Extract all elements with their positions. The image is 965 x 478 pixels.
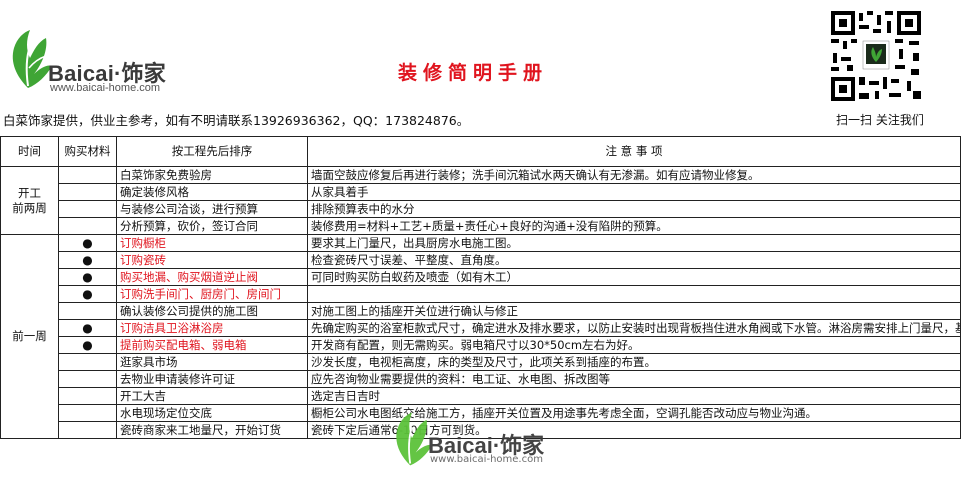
task-cell: 确认装修公司提供的施工图 — [116, 302, 308, 320]
task-cell: 订购洗手间门、厨房门、房间门 — [116, 285, 308, 303]
note-cell: 先确定购买的浴室柜款式尺寸，确定进水及排水要求，以防止安装时出现背板挡住进水角阀… — [307, 319, 961, 337]
task-cell: 逛家具市场 — [116, 353, 308, 371]
filled-circle-icon: ● — [82, 252, 93, 267]
note-cell: 可同时购买防白蚁药及喷壶（如有木工） — [307, 268, 961, 286]
purchase-cell: ● — [58, 234, 117, 252]
table-row: ● 订购洁具卫浴淋浴房 先确定购买的浴室柜款式尺寸，确定进水及排水要求，以防止安装时… — [1, 319, 961, 337]
period-cell: 开工 前两周 — [0, 166, 59, 235]
table-row: 前一周 ● 订购橱柜 要求其上门量尺，出具厨房水电施工图。 — [0, 234, 961, 439]
purchase-cell: ● — [58, 285, 117, 303]
note-cell — [307, 285, 961, 303]
table-row: 确定装修风格 从家具着手 — [1, 183, 961, 201]
purchase-cell — [58, 353, 117, 371]
note-cell: 开发商有配置，则无需购买。弱电箱尺寸以30*50cm左右为好。 — [307, 336, 961, 354]
header-purchase: 购买材料 — [58, 136, 117, 167]
header-notes: 注 意 事 项 — [307, 136, 961, 167]
table-row: 逛家具市场 沙发长度，电视柜高度，床的类型及尺寸，此项关系到插座的布置。 — [1, 353, 961, 371]
task-cell: 开工大吉 — [116, 387, 308, 405]
table-row: ● 订购瓷砖 检查瓷砖尺寸误差、平整度、直角度。 — [1, 251, 961, 269]
header-order: 按工程先后排序 — [116, 136, 308, 167]
task-cell: 白菜饰家免费验房 — [116, 166, 308, 184]
task-cell: 确定装修风格 — [116, 183, 308, 201]
table-row: 确认装修公司提供的施工图 对施工图上的插座开关位进行确认与修正 — [1, 302, 961, 320]
table-row: 分析预算，砍价，签订合同 装修费用=材料+工艺+质量+责任心+良好的沟通+没有陷阱… — [1, 217, 961, 235]
purchase-cell: ● — [58, 319, 117, 337]
watermark: Baicai·饰家 www.baicai-home.com — [392, 400, 602, 478]
table-row: ● 提前购买配电箱、弱电箱 开发商有配置，则无需购买。弱电箱尺寸以30*50cm左右… — [1, 336, 961, 354]
table-row: ● 购买地漏、购买烟道逆止阀 可同时购买防白蚁药及喷壶（如有木工） — [1, 268, 961, 286]
note-cell: 对施工图上的插座开关位进行确认与修正 — [307, 302, 961, 320]
table-row: ● 订购洗手间门、厨房门、房间门 — [1, 285, 961, 303]
logo-url: www.baicai-home.com — [50, 82, 161, 94]
task-cell: 订购洁具卫浴淋浴房 — [116, 319, 308, 337]
purchase-cell — [58, 387, 117, 405]
filled-circle-icon: ● — [82, 269, 93, 284]
task-cell: 瓷砖商家来工地量尺，开始订货 — [116, 421, 308, 439]
purchase-cell — [58, 370, 117, 388]
purchase-cell: ● — [58, 268, 117, 286]
provider-note: 白菜饰家提供，供业主参考，如有不明请联系13926936362，QQ：17382… — [3, 113, 470, 128]
watermark-leaf-icon — [396, 412, 432, 466]
note-cell: 从家具着手 — [307, 183, 961, 201]
filled-circle-icon: ● — [82, 235, 93, 250]
note-cell: 排除预算表中的水分 — [307, 200, 961, 218]
task-cell: 订购瓷砖 — [116, 251, 308, 269]
table-row: 与装修公司洽谈，进行预算 排除预算表中的水分 — [1, 200, 961, 218]
purchase-cell: ● — [58, 336, 117, 354]
brand-logo: Baicai·饰家 www.baicai-home.com — [8, 28, 198, 98]
renovation-schedule-table: 时间 购买材料 按工程先后排序 注 意 事 项 开工 前两周 白菜饰家免费验房 墙面… — [0, 136, 961, 439]
filled-circle-icon: ● — [82, 337, 93, 352]
purchase-cell — [58, 302, 117, 320]
table-row: 开工 前两周 白菜饰家免费验房 墙面空鼓应修复后再进行装修；洗手间沉箱试水两天确认有… — [0, 166, 961, 235]
qr-caption: 扫一扫 关注我们 — [836, 113, 924, 127]
purchase-cell — [58, 183, 117, 201]
watermark-url: www.baicai-home.com — [430, 454, 543, 465]
purchase-cell — [58, 421, 117, 439]
page-title: 装修简明手册 — [398, 62, 549, 84]
note-cell: 检查瓷砖尺寸误差、平整度、直角度。 — [307, 251, 961, 269]
filled-circle-icon: ● — [82, 320, 93, 335]
note-cell: 应先咨询物业需要提供的资料：电工证、水电图、拆改图等 — [307, 370, 961, 388]
note-cell: 墙面空鼓应修复后再进行装修；洗手间沉箱试水两天确认有无渗漏。如有应请物业修复。 — [307, 166, 961, 184]
purchase-cell — [58, 166, 117, 184]
period-cell: 前一周 — [0, 234, 59, 439]
task-cell: 水电现场定位交底 — [116, 404, 308, 422]
task-cell: 购买地漏、购买烟道逆止阀 — [116, 268, 308, 286]
note-cell: 装修费用=材料+工艺+质量+责任心+良好的沟通+没有陷阱的预算。 — [307, 217, 961, 235]
header-time: 时间 — [0, 136, 59, 167]
qr-code-icon — [829, 9, 923, 103]
task-cell: 订购橱柜 — [116, 234, 308, 252]
purchase-cell — [58, 200, 117, 218]
purchase-cell — [58, 404, 117, 422]
cabbage-leaf-icon — [12, 30, 52, 88]
table-row: 去物业申请装修许可证 应先咨询物业需要提供的资料：电工证、水电图、拆改图等 — [1, 370, 961, 388]
note-cell: 沙发长度，电视柜高度，床的类型及尺寸，此项关系到插座的布置。 — [307, 353, 961, 371]
task-cell: 提前购买配电箱、弱电箱 — [116, 336, 308, 354]
table-header-row: 时间 购买材料 按工程先后排序 注 意 事 项 — [0, 136, 961, 167]
task-cell: 去物业申请装修许可证 — [116, 370, 308, 388]
purchase-cell: ● — [58, 251, 117, 269]
purchase-cell — [58, 217, 117, 235]
task-cell: 分析预算，砍价，签订合同 — [116, 217, 308, 235]
note-cell: 要求其上门量尺，出具厨房水电施工图。 — [307, 234, 961, 252]
task-cell: 与装修公司洽谈，进行预算 — [116, 200, 308, 218]
filled-circle-icon: ● — [82, 286, 93, 301]
document-header: Baicai·饰家 www.baicai-home.com 装修简明手册 白菜饰… — [0, 0, 965, 128]
